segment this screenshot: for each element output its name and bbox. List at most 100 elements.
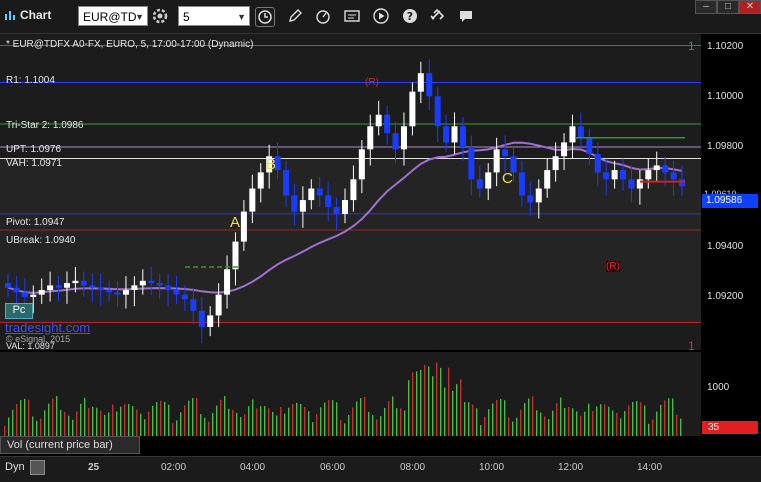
volume-bar [344, 423, 346, 436]
dyn-button[interactable]: Dyn [5, 461, 25, 473]
clock-icon[interactable] [255, 7, 275, 27]
volume-bar [592, 411, 594, 436]
window-title: Chart [4, 8, 51, 22]
x-tick: 25 [88, 462, 100, 473]
chart-icon [5, 11, 15, 20]
pencil-icon[interactable] [286, 7, 304, 25]
x-tick: 04:00 [240, 462, 266, 473]
volume-bar [576, 411, 578, 436]
volume-bar [384, 407, 386, 436]
svg-text:?: ? [407, 10, 413, 23]
chart-toolbar: Chart EUR@TD ▼ 5 ▼ ? – □ ✕ [0, 0, 761, 34]
candle-body [653, 165, 660, 171]
candle-body [645, 170, 652, 180]
volume-bar [616, 412, 618, 436]
volume-bar [412, 372, 414, 436]
candle-body [375, 114, 382, 127]
volume-bar [136, 409, 138, 436]
candle-body [333, 206, 340, 214]
candle-body [518, 172, 525, 196]
level-pivot: Pivot: 1.0947 [6, 217, 65, 228]
data-window-icon[interactable] [343, 7, 361, 25]
volume-bar [216, 405, 218, 436]
volume-bar [572, 408, 574, 436]
last-price-tag: 1.09586 [702, 194, 758, 208]
volume-bar [284, 413, 286, 436]
candle-body [30, 294, 37, 297]
candle-body [350, 179, 357, 201]
volume-bar [204, 417, 206, 436]
candle-body [21, 292, 28, 297]
watermark-link[interactable]: tradesight.com [5, 320, 90, 335]
volume-bar [496, 400, 498, 436]
volume-bar [644, 405, 646, 436]
volume-bar [292, 404, 294, 436]
level-ubreak: UBreak: 1.0940 [6, 235, 76, 246]
candle-body [392, 133, 399, 150]
volume-bar [172, 422, 174, 436]
volume-bar [532, 396, 534, 436]
candle-body [139, 280, 146, 286]
help-icon[interactable]: ? [401, 7, 419, 25]
volume-bar [500, 398, 502, 436]
candle-body [156, 283, 163, 286]
candle-body [232, 241, 239, 270]
speedometer-icon[interactable] [314, 7, 332, 25]
volume-bar [212, 413, 214, 436]
volume-bar [220, 399, 222, 436]
volume-bar [596, 406, 598, 436]
volume-bar [420, 369, 422, 436]
volume-bar [664, 400, 666, 436]
volume-bar [296, 402, 298, 436]
volume-bar [44, 410, 46, 436]
close-button[interactable]: ✕ [739, 0, 761, 14]
candle-body [72, 280, 79, 284]
level-tristar: Tri-Star 2: 1.0986 [6, 120, 84, 131]
chevron-down-icon: ▼ [135, 12, 144, 22]
interval-input[interactable]: 5 ▼ [178, 6, 250, 26]
link-icon[interactable] [428, 7, 446, 25]
volume-bar [264, 406, 266, 436]
volume-bar [424, 365, 426, 436]
volume-bar [316, 414, 318, 436]
minimize-button[interactable]: – [695, 0, 717, 14]
candle-body [106, 290, 113, 293]
candle-body [249, 188, 256, 212]
volume-bar [492, 403, 494, 436]
volume-bar [108, 412, 110, 436]
volume-bar [148, 411, 150, 436]
volume-bar [232, 409, 234, 436]
label-b: B [266, 156, 277, 173]
play-icon[interactable] [372, 7, 390, 25]
candle-body [561, 142, 568, 157]
candle-body [569, 126, 576, 143]
zoom-icon[interactable] [30, 460, 45, 475]
candle-body [299, 200, 306, 212]
volume-bar [440, 367, 442, 436]
reversal-marker-top: (R) [365, 77, 379, 88]
volume-bar [556, 403, 558, 436]
volume-bar [380, 416, 382, 436]
candle-body [190, 299, 197, 311]
comment-icon[interactable] [457, 7, 475, 25]
candle-body [114, 292, 121, 295]
volume-bar [288, 407, 290, 436]
symbol-input[interactable]: EUR@TD ▼ [78, 6, 148, 26]
candle-body [131, 285, 138, 291]
volume-bar [428, 366, 430, 436]
volume-bar [72, 419, 74, 436]
gear-icon[interactable] [151, 7, 169, 25]
volume-study-label[interactable]: Vol (current price bar) [0, 436, 140, 454]
volume-bar [200, 414, 202, 436]
volume-bar [588, 403, 590, 436]
volume-bar [332, 400, 334, 436]
pc-badge[interactable]: Pc [5, 303, 33, 319]
maximize-button[interactable]: □ [717, 0, 739, 14]
candle-body [628, 179, 635, 189]
volume-bar [164, 401, 166, 436]
volume-bar [208, 421, 210, 436]
volume-bar [396, 408, 398, 436]
candle-body [451, 126, 458, 143]
candle-body [577, 126, 584, 138]
volume-bar [100, 410, 102, 436]
